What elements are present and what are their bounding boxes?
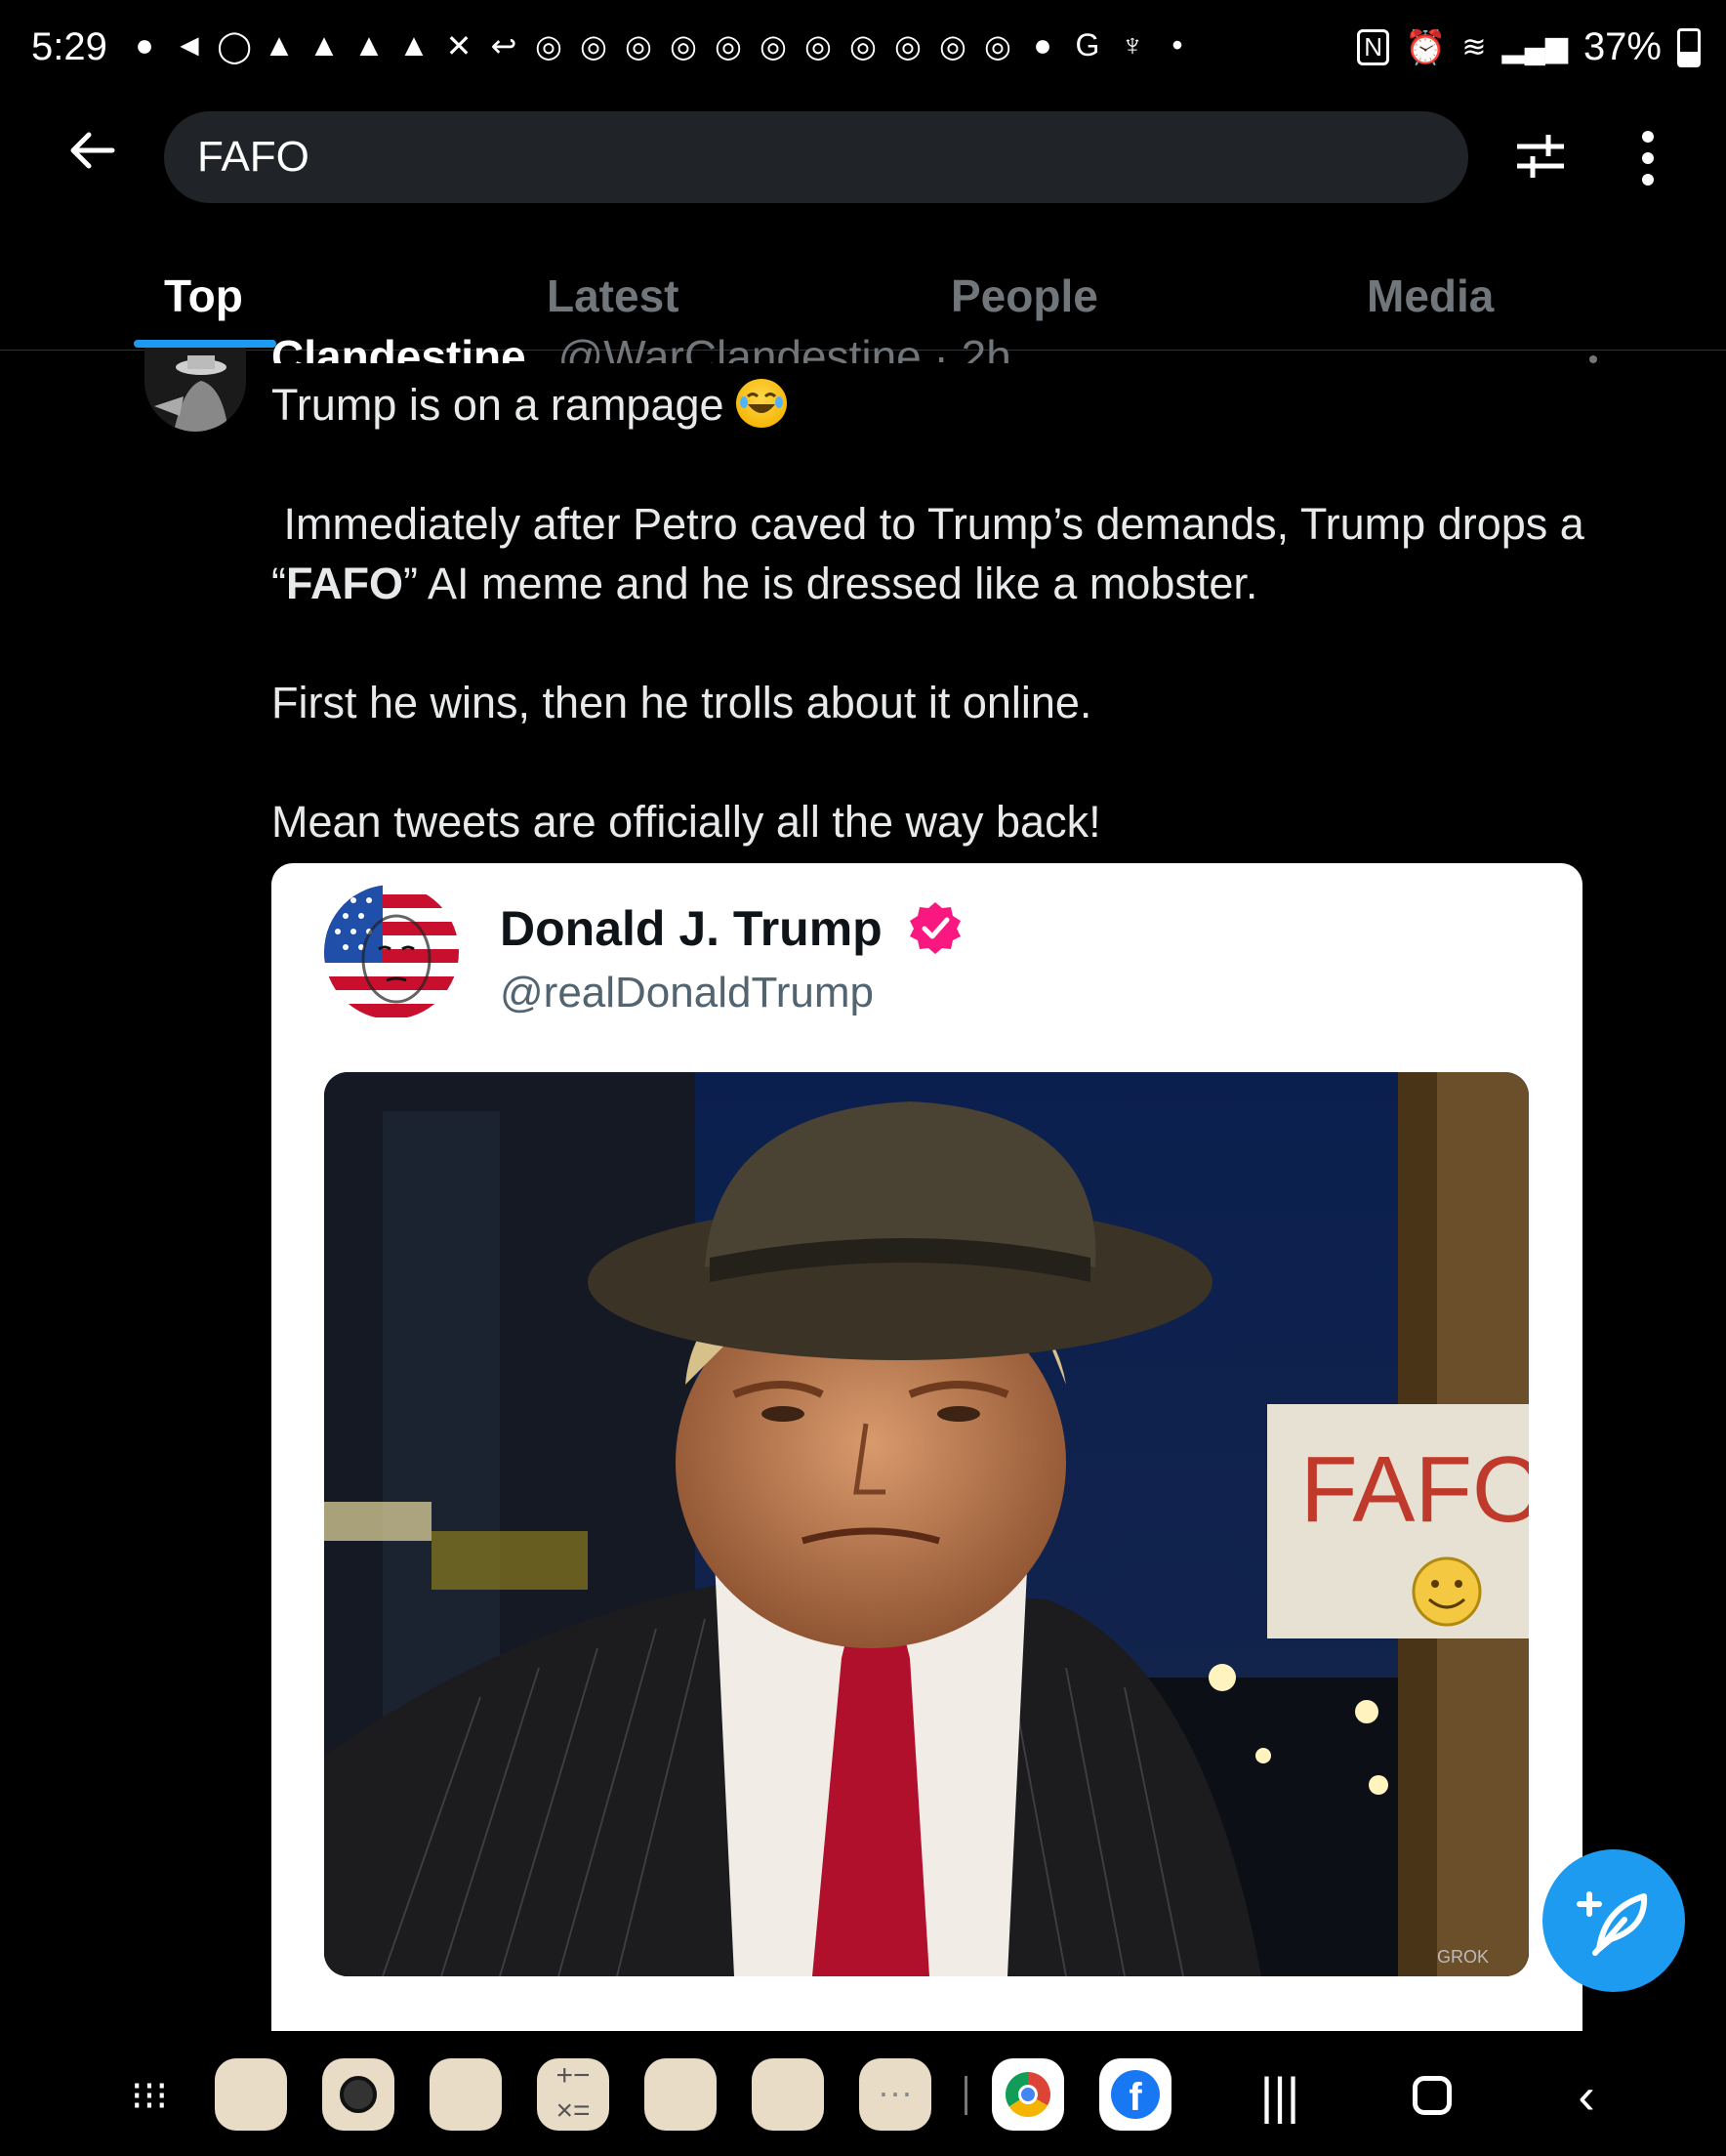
- mobster-meme-image[interactable]: FAFO GROK: [324, 1072, 1529, 1976]
- instagram-icon: ◎: [535, 28, 562, 63]
- instagram-icon: ◎: [715, 28, 742, 63]
- tab-media[interactable]: Media: [1367, 270, 1494, 322]
- grok-watermark: GROK: [1437, 1947, 1489, 1967]
- recents-button[interactable]: |||: [1246, 2062, 1314, 2131]
- dot-icon: •: [1171, 27, 1183, 62]
- compose-feather-icon: [1577, 1891, 1648, 1956]
- more-options-button[interactable]: [1621, 125, 1675, 187]
- author-handle: @WarClandestine · 2h: [557, 331, 1011, 363]
- embedded-author-name: Donald J. Trump: [500, 901, 883, 956]
- filter-button[interactable]: [1509, 125, 1572, 187]
- tweet-menu-icon[interactable]: [1589, 355, 1597, 363]
- sign-text: FAFO: [1300, 1437, 1529, 1542]
- chat-icon: ●: [135, 27, 154, 62]
- tab-people[interactable]: People: [951, 270, 1098, 322]
- x-icon: ✕: [445, 28, 473, 63]
- home-button[interactable]: [1398, 2062, 1466, 2129]
- nfc-icon: N: [1357, 29, 1390, 65]
- laughing-emoji-icon: [736, 379, 788, 428]
- tweet-author[interactable]: Clandestine @WarClandestine · 2h: [271, 330, 1072, 363]
- calculator-app-icon[interactable]: +− ×=: [537, 2058, 609, 2131]
- author-name: Clandestine: [271, 331, 526, 363]
- app-drawer-icon[interactable]: ⁝⁝⁝: [115, 2062, 184, 2131]
- messages-app-icon[interactable]: ···: [859, 2058, 931, 2131]
- instagram-icon: ◎: [984, 28, 1011, 63]
- tab-top[interactable]: Top: [164, 270, 243, 322]
- tab-latest[interactable]: Latest: [547, 270, 678, 322]
- tweet-line-3: First he wins, then he trolls about it o…: [271, 678, 1092, 727]
- battery-text: 37%: [1582, 25, 1662, 68]
- instagram-icon: ◎: [670, 28, 697, 63]
- meme-photo: FAFO GROK: [324, 1072, 1529, 1976]
- arrow-icon: ↩: [490, 28, 517, 63]
- instagram-icon: ◎: [849, 28, 877, 63]
- notification-icons: ● ◄ ◯ ▲ ▲ ▲ ▲ ✕ ↩ ◎ ◎ ◎ ◎ ◎ ◎ ◎ ◎ ◎ ◎ ◎ …: [127, 27, 1195, 64]
- instagram-icon: ◎: [804, 28, 832, 63]
- settings-app-icon[interactable]: [215, 2058, 287, 2131]
- active-tab-indicator: [134, 340, 276, 348]
- taskbar-divider: [965, 2076, 967, 2115]
- instagram-icon: ◎: [625, 28, 652, 63]
- snapchat-icon: ▲: [264, 27, 295, 62]
- tweet-line-2-end: ” AI meme and he is dressed like a mobst…: [403, 559, 1258, 608]
- battery-icon: [1677, 27, 1701, 67]
- tweet-line-2-bold: FAFO: [286, 559, 403, 608]
- back-button[interactable]: [59, 123, 127, 191]
- verified-badge-icon: [908, 900, 963, 955]
- search-query: FAFO: [197, 133, 309, 181]
- status-right: N ⏰ ≋ ▂▄▆ 37%: [1357, 25, 1701, 69]
- instagram-icon: ◎: [760, 28, 787, 63]
- tweet-line-1: Trump is on a rampage: [271, 380, 724, 430]
- snapchat-icon: ▲: [353, 27, 385, 62]
- search-input[interactable]: [164, 111, 1468, 203]
- instagram-icon: ◎: [894, 28, 922, 63]
- embedded-author-handle: @realDonaldTrump: [500, 969, 874, 1016]
- wifi-icon: ≋: [1461, 31, 1487, 63]
- arrow-left-icon: [70, 132, 115, 169]
- facebook-app-icon[interactable]: f: [1099, 2058, 1171, 2131]
- sliders-icon: [1517, 135, 1564, 178]
- gallery-app-icon[interactable]: [430, 2058, 502, 2131]
- avatar[interactable]: [144, 348, 246, 432]
- app-icon: ♆: [1121, 27, 1144, 62]
- google-icon: G: [1075, 27, 1100, 62]
- embedded-avatar[interactable]: [324, 885, 459, 1019]
- nav-back-button[interactable]: ‹: [1552, 2062, 1621, 2131]
- telegram-icon: ◄: [174, 27, 205, 62]
- signal-icon: ▂▄▆: [1501, 31, 1568, 63]
- account-icon: ●: [1033, 27, 1052, 62]
- chrome-app-icon[interactable]: [992, 2058, 1064, 2131]
- camera-app-icon[interactable]: [322, 2058, 394, 2131]
- flag-face-avatar-image: [324, 885, 459, 1019]
- alarm-icon: ⏰: [1405, 28, 1447, 66]
- tweet-line-4: Mean tweets are officially all the way b…: [271, 797, 1101, 847]
- phone-app-icon[interactable]: [752, 2058, 824, 2131]
- whatsapp-icon: ◯: [217, 28, 252, 63]
- status-bar: 5:29 ● ◄ ◯ ▲ ▲ ▲ ▲ ✕ ↩ ◎ ◎ ◎ ◎ ◎ ◎ ◎ ◎ ◎…: [0, 0, 1726, 104]
- instagram-icon: ◎: [580, 28, 607, 63]
- compose-button[interactable]: [1542, 1849, 1685, 1992]
- avatar-image: [144, 348, 246, 432]
- tweet-text: Trump is on a rampage Immediately after …: [271, 375, 1599, 851]
- instagram-icon: ◎: [939, 28, 966, 63]
- status-time: 5:29: [31, 25, 107, 68]
- contacts-app-icon[interactable]: [644, 2058, 717, 2131]
- snapchat-icon: ▲: [308, 27, 340, 62]
- snapchat-icon: ▲: [398, 27, 430, 62]
